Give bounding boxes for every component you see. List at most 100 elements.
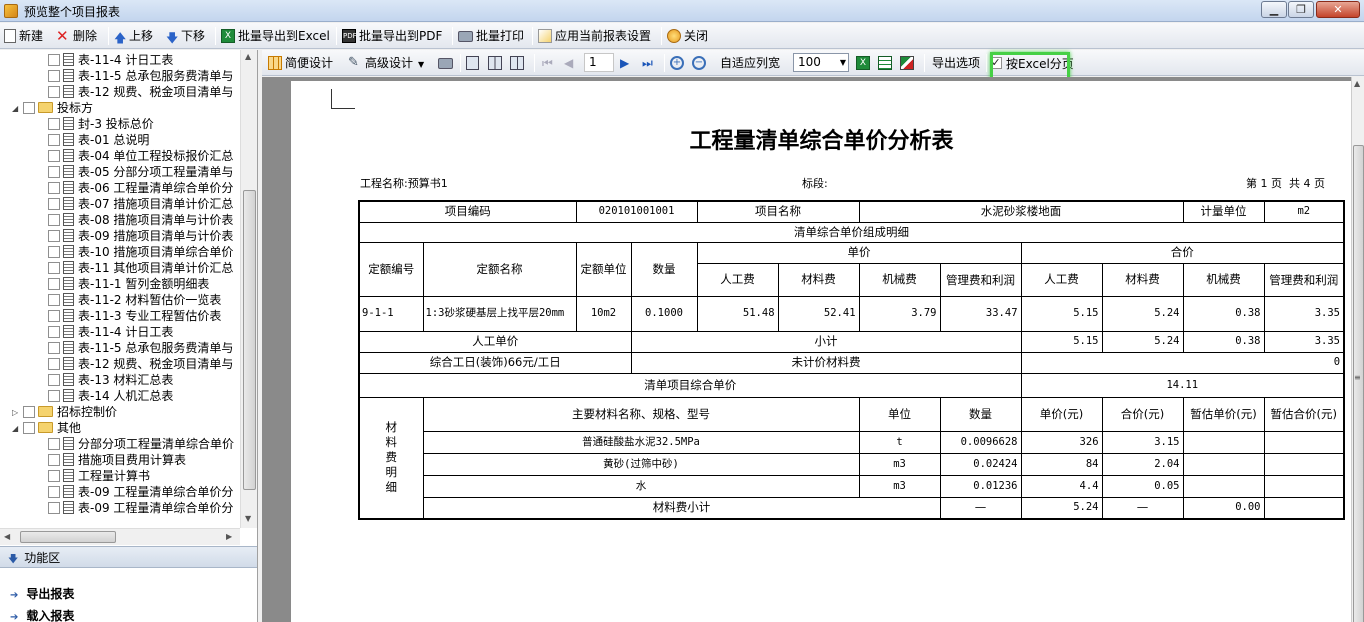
close-button[interactable]: 关闭 (667, 26, 708, 46)
two-page-view-button[interactable] (488, 53, 505, 73)
tree-item[interactable]: 表-11-4 计日工表 (48, 52, 173, 68)
hscroll-thumb[interactable] (20, 531, 116, 543)
tree-item[interactable]: 分部分项工程量清单综合单价 (48, 436, 234, 452)
tree-checkbox[interactable] (48, 373, 60, 386)
scroll-left-icon[interactable]: ◀ (4, 532, 10, 541)
tree-item[interactable]: 表-07 措施项目清单计价汇总 (48, 196, 233, 212)
print-button[interactable] (438, 53, 456, 73)
zoom-out-button[interactable]: − (692, 53, 709, 73)
tree-item[interactable]: 表-05 分部分项工程量清单与 (48, 164, 233, 180)
tree-checkbox[interactable] (48, 309, 60, 322)
tree-vertical-scrollbar[interactable]: ▲ ▼ (240, 50, 257, 528)
tree-checkbox[interactable] (48, 341, 60, 354)
tree-checkbox[interactable] (23, 405, 35, 418)
tree-item[interactable]: 表-14 人机汇总表 (48, 388, 173, 404)
maximize-button[interactable]: ❐ (1288, 1, 1314, 18)
auto-fit-columns-button[interactable]: 自适应列宽 (720, 53, 780, 73)
scroll-right-icon[interactable]: ▶ (226, 532, 232, 541)
tree-checkbox[interactable] (48, 325, 60, 338)
scroll-down-icon[interactable]: ▼ (245, 514, 251, 523)
expand-toggle-icon[interactable]: ◢ (12, 101, 21, 117)
tree-item[interactable]: 表-09 工程量清单综合单价分 (48, 484, 233, 500)
tree-checkbox[interactable] (48, 53, 60, 66)
tree-item[interactable]: 表-11-4 计日工表 (48, 324, 173, 340)
scroll-up-icon[interactable]: ▲ (1354, 79, 1360, 88)
tree-checkbox[interactable] (48, 117, 60, 130)
zoom-select[interactable]: 100 ▼ (793, 53, 849, 72)
tree-item[interactable]: 表-11-2 材料暂估价一览表 (48, 292, 221, 308)
new-button[interactable]: 新建 (4, 26, 43, 46)
apply-report-settings-button[interactable]: 应用当前报表设置 (538, 26, 651, 46)
tree-checkbox[interactable] (48, 277, 60, 290)
minimize-button[interactable]: ▁ (1261, 1, 1287, 18)
tree-item[interactable]: 表-11-5 总承包服务费清单与 (48, 68, 233, 84)
report-tree[interactable]: 表-11-4 计日工表 表-11-5 总承包服务费清单与 表-12 规费、税金项目清… (0, 50, 240, 528)
tree-checkbox[interactable] (48, 149, 60, 162)
tree-item[interactable]: 表-08 措施项目清单与计价表 (48, 212, 233, 228)
simple-design-button[interactable]: 简便设计 (268, 53, 333, 73)
tree-item[interactable]: 表-10 措施项目清单综合单价 (48, 244, 233, 260)
tree-folder[interactable]: ◢ 投标方 (12, 100, 93, 116)
next-page-button[interactable]: ▶ (620, 53, 629, 73)
tree-checkbox[interactable] (23, 101, 35, 114)
viewer-scroll-thumb[interactable] (1353, 145, 1364, 622)
tree-item[interactable]: 表-11-5 总承包服务费清单与 (48, 340, 233, 356)
close-window-button[interactable]: ✕ (1316, 1, 1360, 18)
tree-checkbox[interactable] (48, 437, 60, 450)
tree-checkbox[interactable] (48, 501, 60, 514)
move-up-button[interactable]: 🡅 上移 (114, 26, 153, 46)
tree-checkbox[interactable] (48, 453, 60, 466)
tree-checkbox[interactable] (48, 389, 60, 402)
tree-checkbox[interactable] (48, 181, 60, 194)
tree-checkbox[interactable] (48, 357, 60, 370)
tree-checkbox[interactable] (48, 245, 60, 258)
export-options-button[interactable]: 导出选项 (932, 53, 980, 73)
export-report-action[interactable]: ➔ 导出报表 (10, 585, 74, 602)
multi-page-view-button[interactable] (510, 53, 527, 73)
tree-item[interactable]: 表-06 工程量清单综合单价分 (48, 180, 233, 196)
tree-item[interactable]: 表-11 其他项目清单计价汇总 (48, 260, 233, 276)
export-excel-button[interactable]: X (856, 53, 873, 73)
tree-checkbox[interactable] (48, 485, 60, 498)
batch-export-excel-button[interactable]: X 批量导出到Excel (221, 26, 330, 46)
load-report-action[interactable]: ➔ 载入报表 (10, 607, 74, 622)
batch-export-pdf-button[interactable]: PDF 批量导出到PDF (342, 26, 442, 46)
tree-checkbox[interactable] (48, 229, 60, 242)
tree-folder[interactable]: ◢ 其他 (12, 420, 81, 436)
batch-print-button[interactable]: 批量打印 (458, 26, 524, 46)
tree-item[interactable]: 表-13 材料汇总表 (48, 372, 173, 388)
tree-item[interactable]: 封-3 投标总价 (48, 116, 154, 132)
tree-item[interactable]: 措施项目费用计算表 (48, 452, 186, 468)
tree-item[interactable]: 表-09 工程量清单综合单价分 (48, 500, 233, 516)
tree-checkbox[interactable] (48, 469, 60, 482)
tree-item[interactable]: 工程量计算书 (48, 468, 150, 484)
export-sheet2-button[interactable] (900, 53, 917, 73)
scroll-thumb[interactable] (243, 190, 256, 490)
export-sheet-button[interactable] (878, 53, 895, 73)
expand-toggle-icon[interactable]: ▷ (12, 405, 21, 421)
zoom-in-button[interactable]: + (670, 53, 687, 73)
single-page-view-button[interactable] (466, 53, 482, 73)
tree-checkbox[interactable] (48, 197, 60, 210)
function-area-header[interactable]: 🡇 功能区 (0, 546, 257, 568)
tree-checkbox[interactable] (48, 293, 60, 306)
tree-folder[interactable]: ▷ 招标控制价 (12, 404, 117, 420)
move-down-button[interactable]: 🡇 下移 (166, 26, 205, 46)
scroll-up-icon[interactable]: ▲ (245, 52, 251, 61)
tree-checkbox[interactable] (48, 165, 60, 178)
first-page-button[interactable]: ⏮ (542, 53, 553, 73)
expand-toggle-icon[interactable]: ◢ (12, 421, 21, 437)
tree-checkbox[interactable] (48, 69, 60, 82)
tree-item[interactable]: 表-11-3 专业工程暂估价表 (48, 308, 221, 324)
tree-checkbox[interactable] (48, 213, 60, 226)
page-number-input[interactable]: 1 (584, 53, 614, 72)
viewer-vertical-scrollbar[interactable]: ▲ ≡ (1351, 77, 1364, 622)
tree-item[interactable]: 表-04 单位工程投标报价汇总 (48, 148, 233, 164)
advanced-design-button[interactable]: ✎ 高级设计 ▼ (348, 53, 424, 73)
tree-checkbox[interactable] (48, 85, 60, 98)
tree-checkbox[interactable] (48, 133, 60, 146)
last-page-button[interactable]: ⏭ (642, 53, 653, 73)
tree-checkbox[interactable] (23, 421, 35, 434)
tree-item[interactable]: 表-11-1 暂列金额明细表 (48, 276, 209, 292)
prev-page-button[interactable]: ◀ (564, 53, 573, 73)
